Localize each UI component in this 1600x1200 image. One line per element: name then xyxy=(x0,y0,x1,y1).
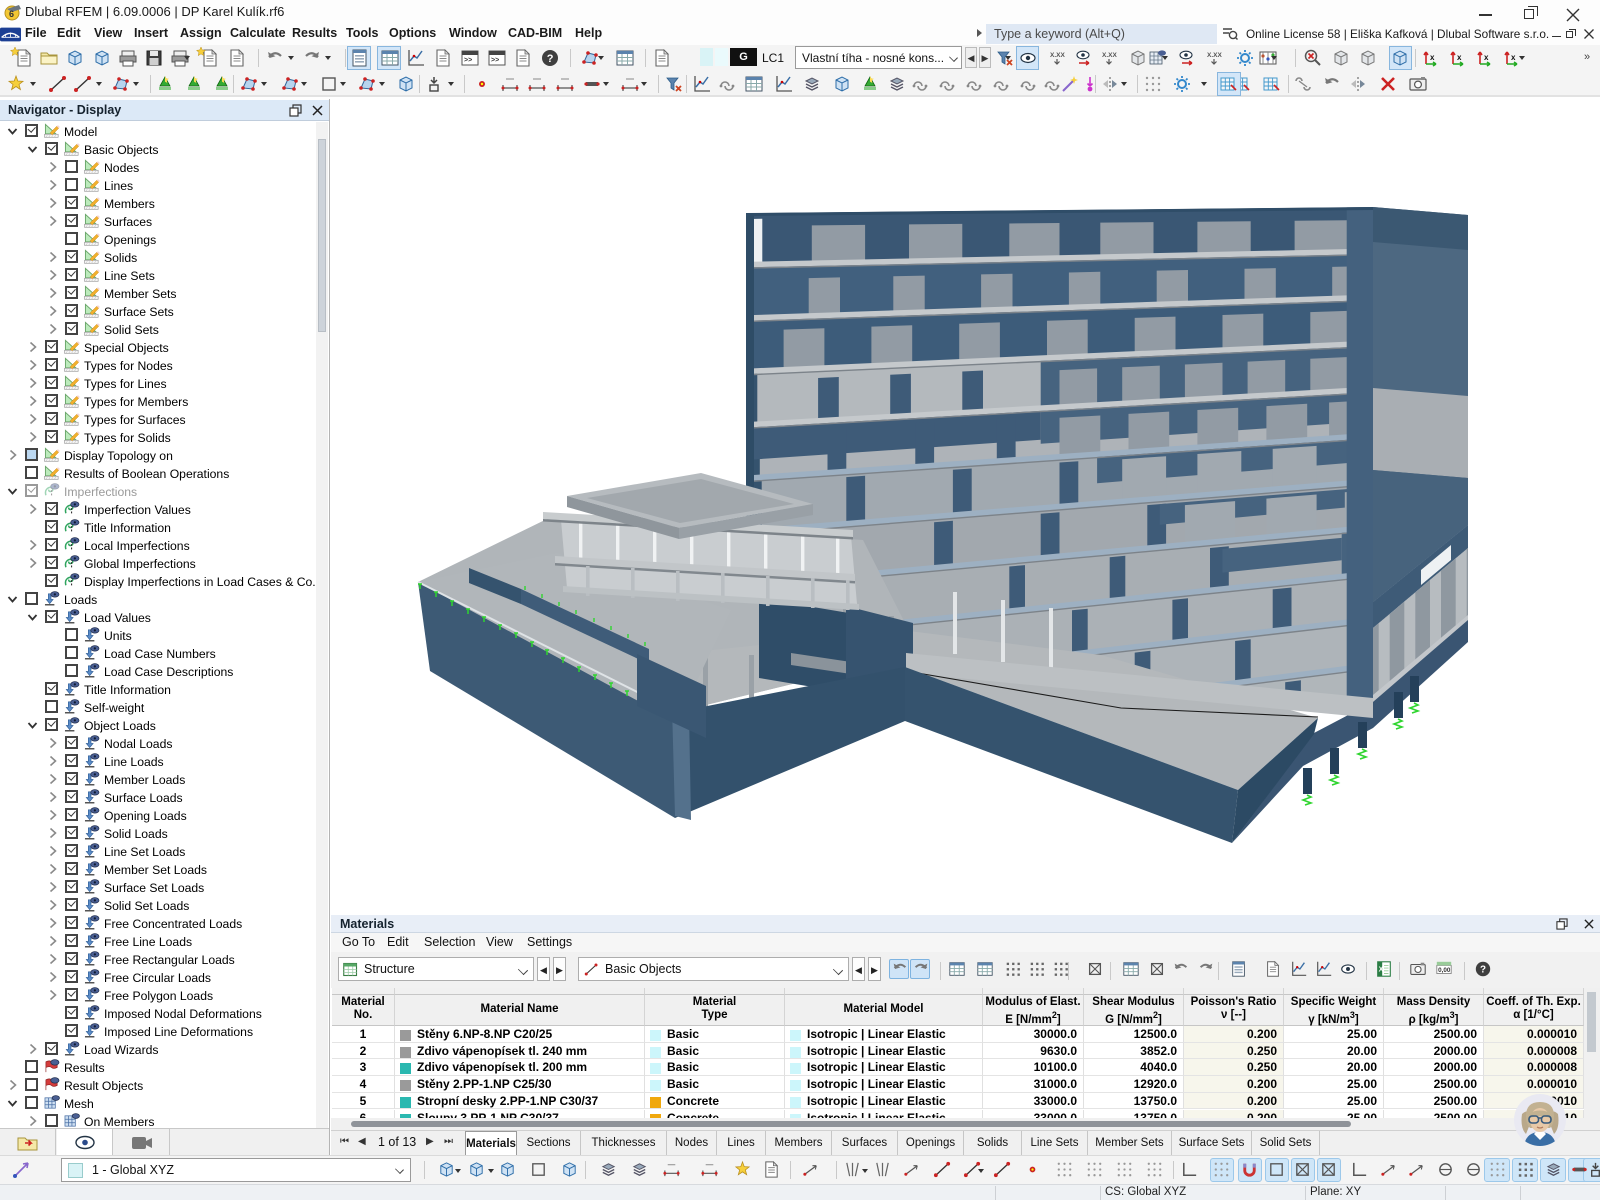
svg-text:6: 6 xyxy=(9,9,14,19)
